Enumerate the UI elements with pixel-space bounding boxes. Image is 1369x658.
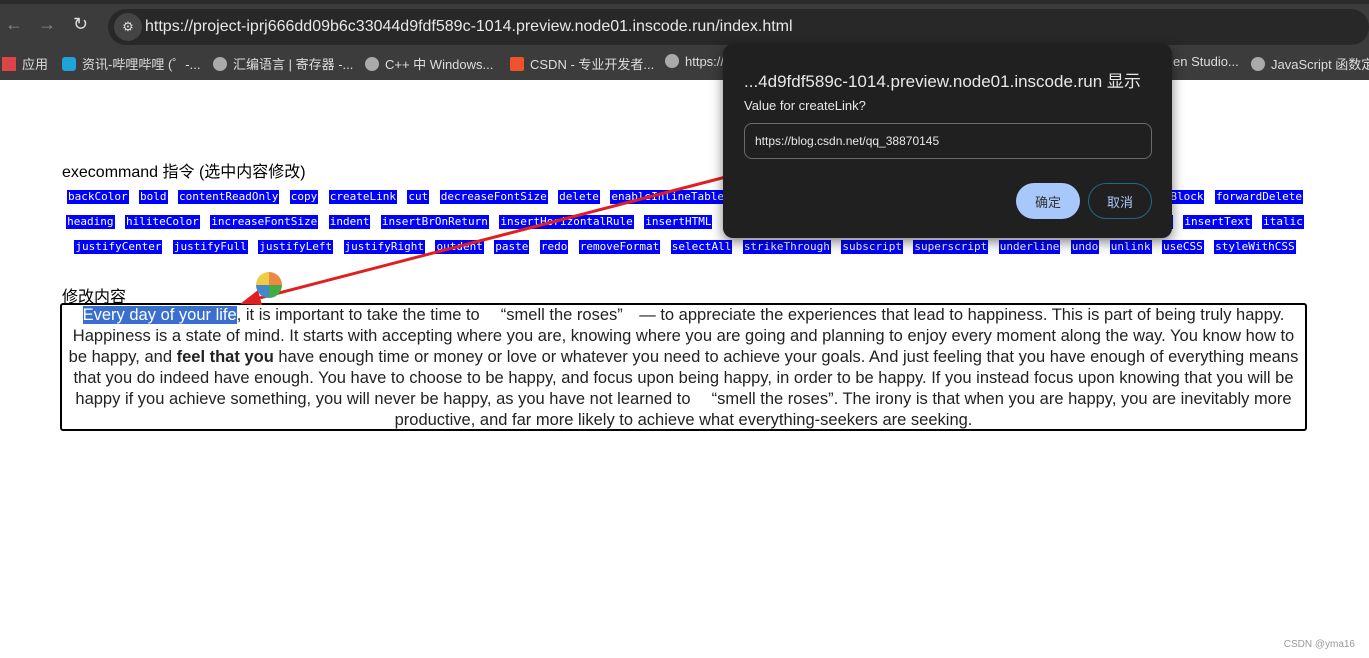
prompt-dialog: ...4d9fdf589c-1014.preview.node01.inscod… [723, 44, 1172, 238]
cancel-button[interactable]: 取消 [1088, 183, 1152, 219]
link-input[interactable] [744, 123, 1152, 159]
dialog-message: Value for createLink? [744, 98, 866, 113]
dialog-title: ...4d9fdf589c-1014.preview.node01.inscod… [744, 72, 1141, 91]
watermark: CSDN @yma16 [1283, 639, 1355, 650]
cursor-loading-icon [256, 272, 282, 298]
ok-button[interactable]: 确定 [1016, 183, 1080, 219]
